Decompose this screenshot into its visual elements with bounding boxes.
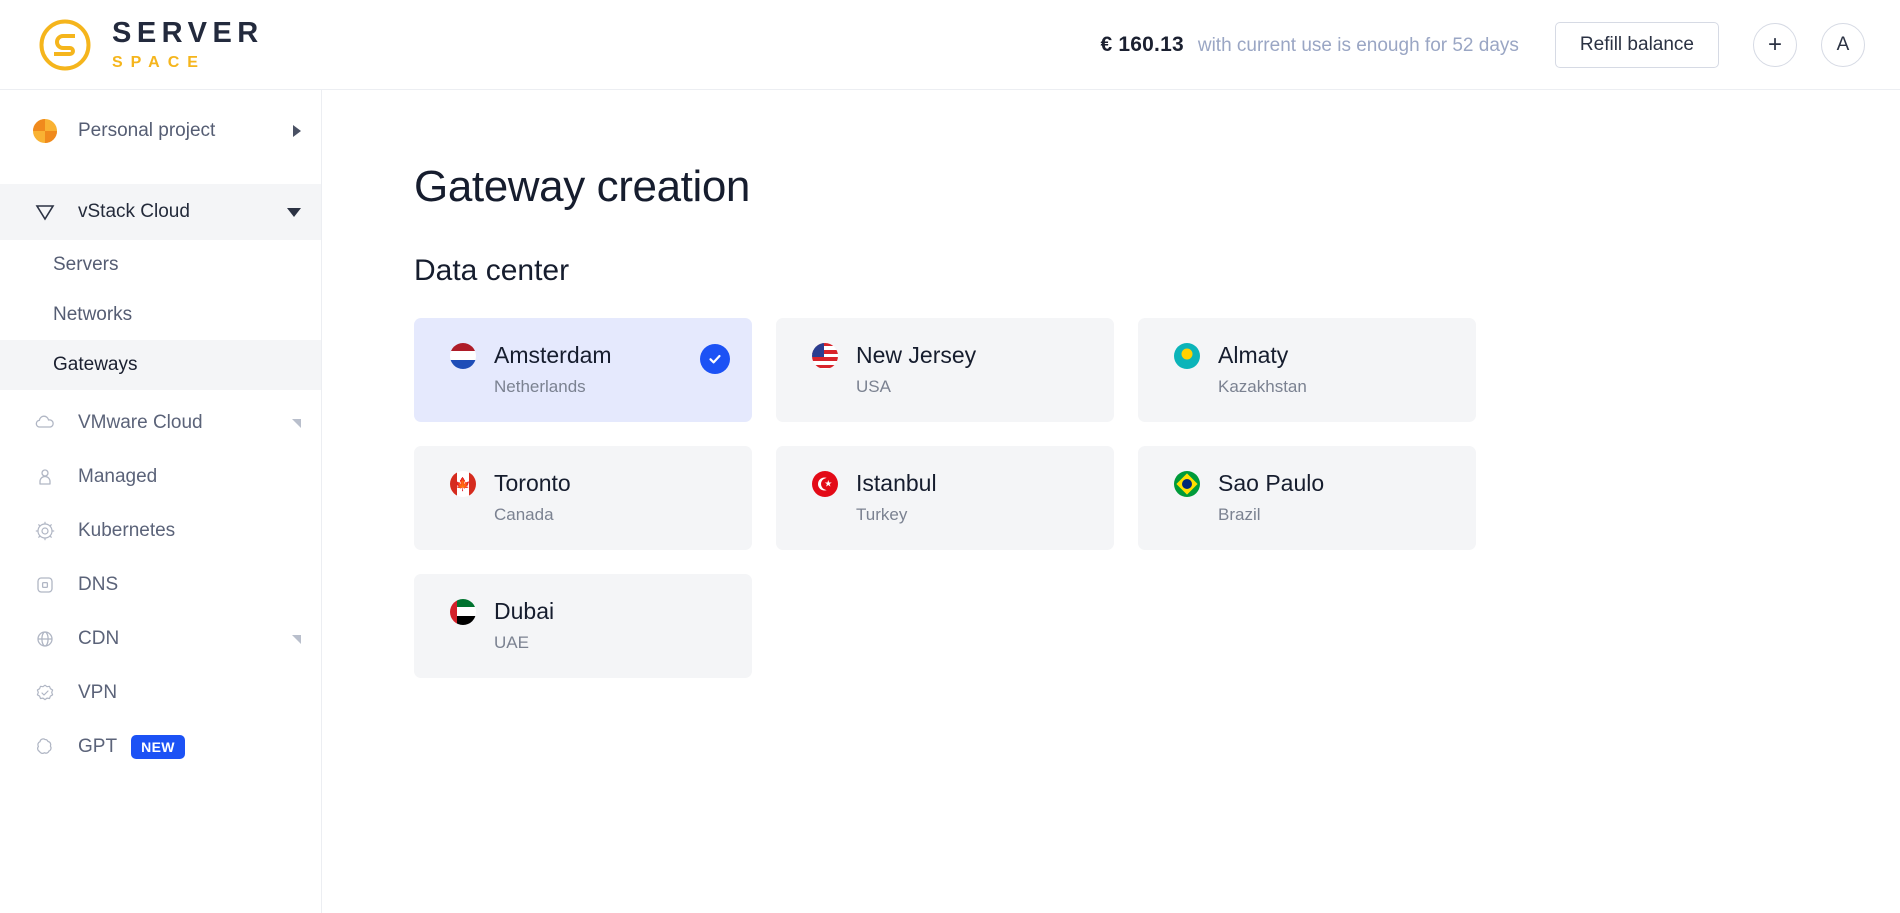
data-center-city: New Jersey [856, 342, 977, 368]
kubernetes-helm-icon [32, 518, 58, 544]
data-center-country: Brazil [1218, 505, 1261, 524]
badge-check-icon [32, 680, 58, 706]
main-content: Gateway creation Data center Amsterdam N… [322, 90, 1900, 913]
check-icon [700, 344, 730, 374]
data-center-city: Istanbul [856, 470, 937, 496]
cloud-icon [32, 410, 58, 436]
expand-indicator-icon[interactable] [292, 418, 301, 428]
sidebar-item-cdn[interactable]: CDN [0, 612, 321, 666]
sidebar-item-personal-project[interactable]: Personal project [0, 104, 321, 158]
sidebar-item-label: VPN [78, 682, 118, 703]
data-center-country: Netherlands [494, 377, 586, 396]
data-center-card-toronto[interactable]: 🍁 Toronto Canada [414, 446, 752, 550]
data-center-card-istanbul[interactable]: ★ Istanbul Turkey [776, 446, 1114, 550]
data-center-country: Kazakhstan [1218, 377, 1307, 396]
expand-indicator-icon[interactable] [292, 634, 301, 644]
serverspace-s-logo-icon [38, 18, 92, 72]
sidebar-item-label: GPT [78, 736, 118, 757]
globe-icon [32, 626, 58, 652]
sidebar-group-vstack-cloud[interactable]: vStack Cloud [0, 184, 321, 240]
flag-kazakhstan-icon [1174, 342, 1200, 369]
vstack-nabla-icon [32, 199, 58, 225]
chevron-down-icon[interactable] [287, 207, 301, 217]
sidebar-item-label: Personal project [78, 120, 216, 141]
sidebar-item-networks[interactable]: Networks [0, 290, 321, 340]
data-center-country: Canada [494, 505, 554, 524]
sidebar-item-label: Networks [53, 304, 133, 325]
data-center-card-sao-paulo[interactable]: Sao Paulo Brazil [1138, 446, 1476, 550]
balance-amount: € 160.13 [1100, 32, 1184, 56]
section-title-data-center: Data center [414, 254, 570, 287]
sidebar-item-servers[interactable]: Servers [0, 240, 321, 290]
sidebar-item-label: CDN [78, 628, 120, 649]
plus-icon: + [1767, 30, 1782, 58]
project-avatar-icon [32, 118, 58, 144]
data-center-country: USA [856, 377, 891, 396]
gpt-knot-icon [32, 734, 58, 760]
flag-netherlands-icon [450, 342, 476, 369]
sidebar-item-managed[interactable]: Managed [0, 450, 321, 504]
data-center-card-new-jersey[interactable]: New Jersey USA [776, 318, 1114, 422]
logo-secondary-text: SPACE [112, 53, 206, 71]
sidebar-item-label: Servers [53, 254, 119, 275]
flag-brazil-icon [1174, 470, 1200, 497]
data-center-card-grid: Amsterdam Netherlands New Jersey USA Alm… [414, 318, 1504, 678]
add-button[interactable]: + [1753, 22, 1797, 67]
flag-usa-icon [812, 342, 838, 369]
data-center-city: Sao Paulo [1218, 470, 1325, 496]
sidebar-item-gateways[interactable]: Gateways [0, 340, 321, 390]
sidebar-item-dns[interactable]: DNS [0, 558, 321, 612]
logo-primary-text: SERVER [112, 16, 264, 49]
logo[interactable]: SERVER SPACE [38, 18, 264, 72]
data-center-city: Almaty [1218, 342, 1289, 368]
data-center-card-almaty[interactable]: Almaty Kazakhstan [1138, 318, 1476, 422]
avatar[interactable]: A [1821, 22, 1865, 67]
sidebar-item-gpt[interactable]: GPT NEW [0, 720, 321, 774]
data-center-city: Amsterdam [494, 342, 612, 368]
page-title: Gateway creation [414, 162, 750, 211]
flag-canada-icon: 🍁 [450, 470, 476, 497]
flag-uae-icon [450, 598, 476, 625]
sidebar-item-label: VMware Cloud [78, 412, 203, 433]
header-right-cluster: € 160.13 with current use is enough for … [1100, 21, 1865, 68]
balance-note: with current use is enough for 52 days [1197, 34, 1519, 56]
data-center-country: UAE [494, 633, 529, 652]
data-center-card-dubai[interactable]: Dubai UAE [414, 574, 752, 678]
person-shield-icon [32, 464, 58, 490]
data-center-city: Toronto [494, 470, 571, 496]
status-badge: NEW [131, 735, 185, 759]
dns-square-icon [32, 572, 58, 598]
sidebar-group-label: vStack Cloud [78, 201, 190, 222]
sidebar-item-label: Kubernetes [78, 520, 176, 541]
sidebar-item-kubernetes[interactable]: Kubernetes [0, 504, 321, 558]
refill-balance-button[interactable]: Refill balance [1554, 21, 1719, 68]
sidebar-item-label: Managed [78, 466, 158, 487]
app-header: SERVER SPACE € 160.13 with current use i… [0, 0, 1900, 90]
balance-block: € 160.13 with current use is enough for … [1100, 33, 1518, 57]
sidebar-item-label: Gateways [53, 354, 138, 375]
flag-turkey-icon: ★ [812, 470, 838, 497]
sidebar-item-vpn[interactable]: VPN [0, 666, 321, 720]
chevron-right-icon[interactable] [293, 125, 301, 137]
data-center-card-amsterdam[interactable]: Amsterdam Netherlands [414, 318, 752, 422]
data-center-country: Turkey [856, 505, 908, 524]
data-center-city: Dubai [494, 598, 555, 624]
avatar-initial: A [1836, 33, 1850, 55]
sidebar: Personal project vStack Cloud Servers Ne… [0, 90, 322, 913]
sidebar-item-label: DNS [78, 574, 119, 595]
sidebar-item-vmware-cloud[interactable]: VMware Cloud [0, 396, 321, 450]
